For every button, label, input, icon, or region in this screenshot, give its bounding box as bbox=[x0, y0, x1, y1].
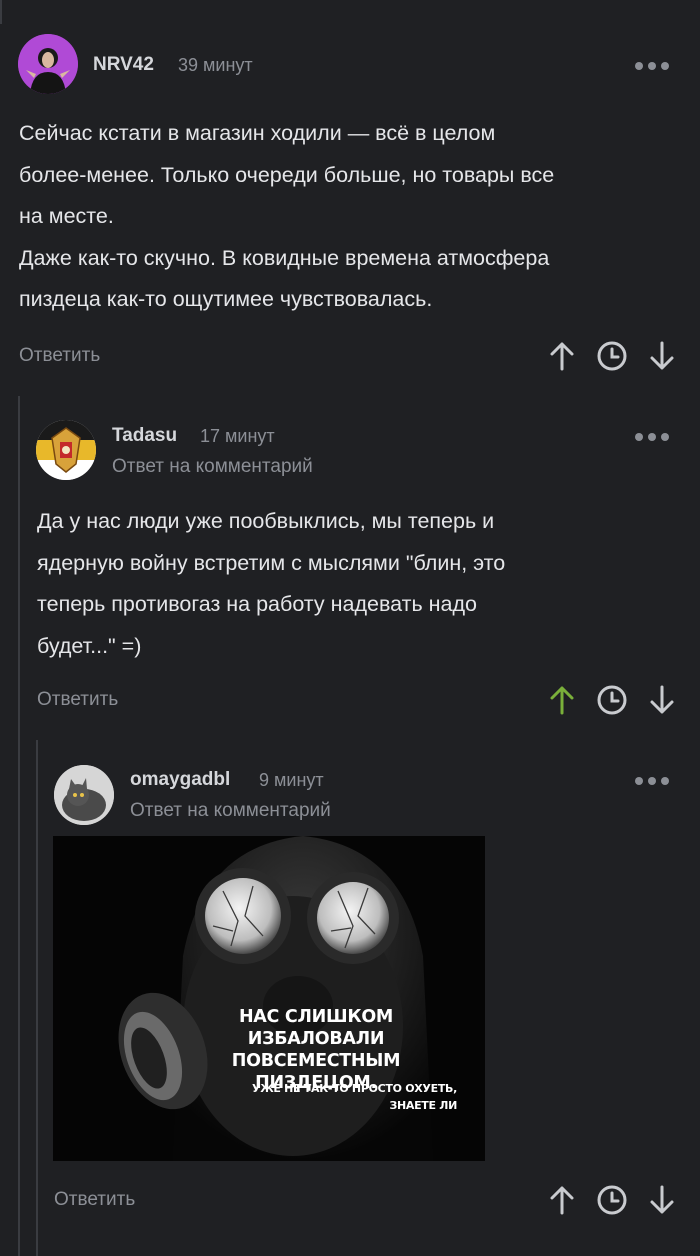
comment-line: ядерную войну встретим с мыслями "блин, … bbox=[37, 550, 506, 575]
comment-text: Да у нас люди уже пообвыклись, мы теперь… bbox=[37, 501, 505, 667]
upvote-icon-active[interactable] bbox=[545, 683, 579, 717]
thread-line bbox=[18, 396, 20, 1256]
comment-line: на месте. bbox=[19, 204, 114, 228]
more-options-icon[interactable] bbox=[635, 59, 675, 73]
reply-button[interactable]: Ответить bbox=[19, 345, 100, 367]
meme-line: ЗНАЕТЕ ЛИ bbox=[389, 1099, 457, 1112]
username[interactable]: Tadasu bbox=[112, 425, 177, 447]
reply-to-link[interactable]: Ответ на комментарий bbox=[130, 800, 331, 822]
save-clock-icon[interactable] bbox=[595, 683, 629, 717]
upvote-icon[interactable] bbox=[545, 339, 579, 373]
thread-line-top bbox=[0, 0, 2, 24]
avatar[interactable] bbox=[54, 765, 114, 825]
timestamp: 17 минут bbox=[200, 426, 275, 446]
meme-line: НАС СЛИШКОМ ИЗБАЛОВАЛИ bbox=[238, 1007, 394, 1049]
comment-line: теперь противогаз на работу надевать над… bbox=[37, 592, 477, 616]
meme-caption-sub: УЖЕ НЕ ТАК-ТО ПРОСТО ОХУЕТЬ, ЗНАЕТЕ ЛИ bbox=[233, 1080, 457, 1114]
comment-text: Сейчас кстати в магазин ходили — всё в ц… bbox=[19, 113, 554, 321]
timestamp: 39 минут bbox=[178, 55, 253, 75]
comment-line: Даже как-то скучно. В ковидные времена а… bbox=[19, 245, 550, 270]
save-clock-icon[interactable] bbox=[595, 339, 629, 373]
reply-button[interactable]: Ответить bbox=[54, 1189, 135, 1211]
save-clock-icon[interactable] bbox=[595, 1183, 629, 1217]
more-options-icon[interactable] bbox=[635, 774, 675, 788]
comment-line: Да у нас люди уже пообвыклись, мы теперь… bbox=[37, 509, 495, 533]
comment-line: более-менее. Только очереди больше, но т… bbox=[19, 162, 555, 187]
avatar[interactable] bbox=[36, 420, 96, 480]
comment-line: пиздеца как-то ощутимее чувствовалась. bbox=[19, 287, 433, 311]
reply-to-link[interactable]: Ответ на комментарий bbox=[112, 456, 313, 478]
more-options-icon[interactable] bbox=[635, 430, 675, 444]
downvote-icon[interactable] bbox=[645, 683, 679, 717]
avatar[interactable] bbox=[18, 34, 78, 94]
attached-image[interactable]: НАС СЛИШКОМ ИЗБАЛОВАЛИ ПОВСЕМЕСТНЫМ ПИЗД… bbox=[53, 836, 485, 1161]
reply-button[interactable]: Ответить bbox=[37, 689, 118, 711]
meme-line: УЖЕ НЕ ТАК-ТО ПРОСТО ОХУЕТЬ, bbox=[252, 1082, 457, 1095]
username[interactable]: NRV42 bbox=[93, 54, 154, 76]
comment-line: Сейчас кстати в магазин ходили — всё в ц… bbox=[19, 121, 496, 145]
thread-line bbox=[36, 740, 38, 1256]
upvote-icon[interactable] bbox=[545, 1183, 579, 1217]
downvote-icon[interactable] bbox=[645, 1183, 679, 1217]
timestamp: 9 минут bbox=[259, 770, 324, 790]
comment-line: будет..." =) bbox=[37, 633, 142, 658]
username[interactable]: omaygadbl bbox=[130, 769, 230, 791]
downvote-icon[interactable] bbox=[645, 339, 679, 373]
